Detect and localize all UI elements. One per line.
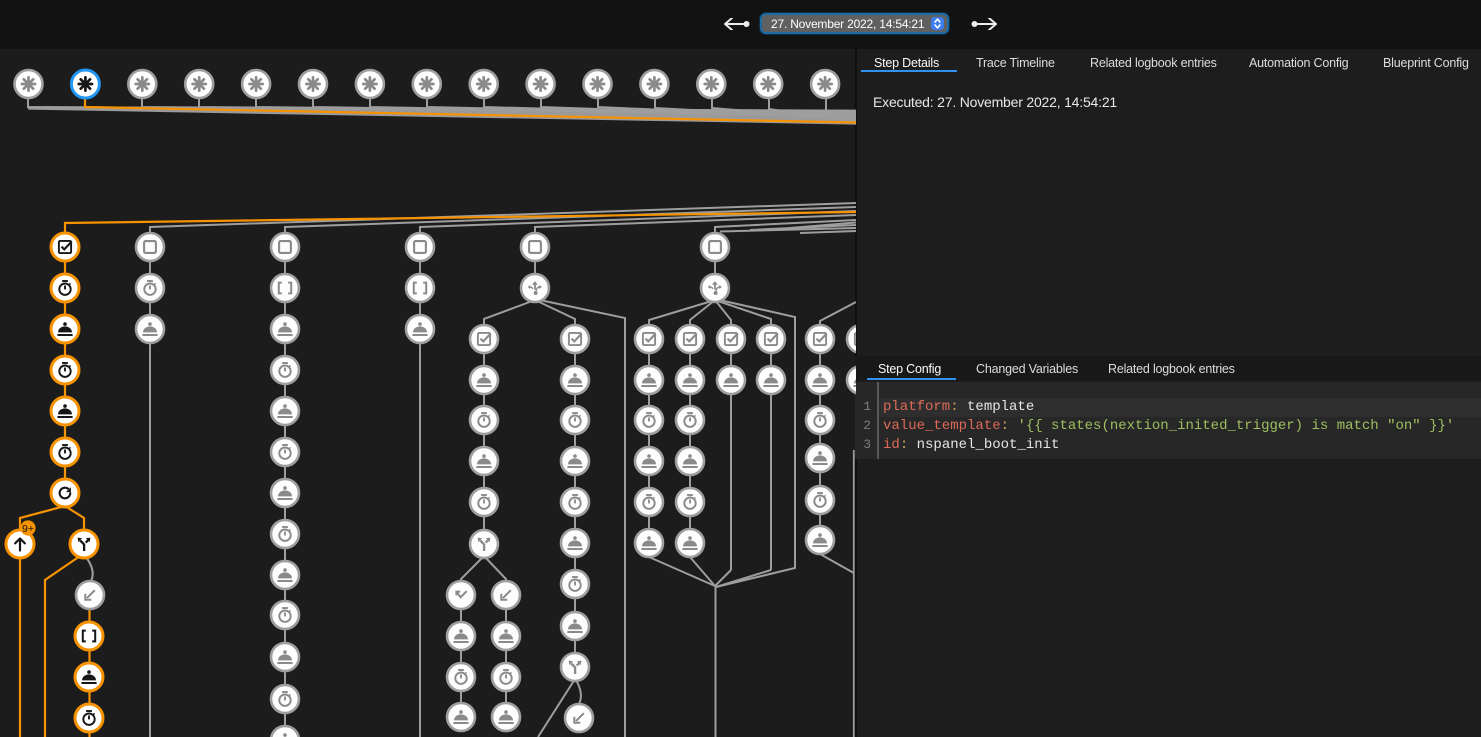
svg-text:9+: 9+ — [22, 523, 34, 535]
